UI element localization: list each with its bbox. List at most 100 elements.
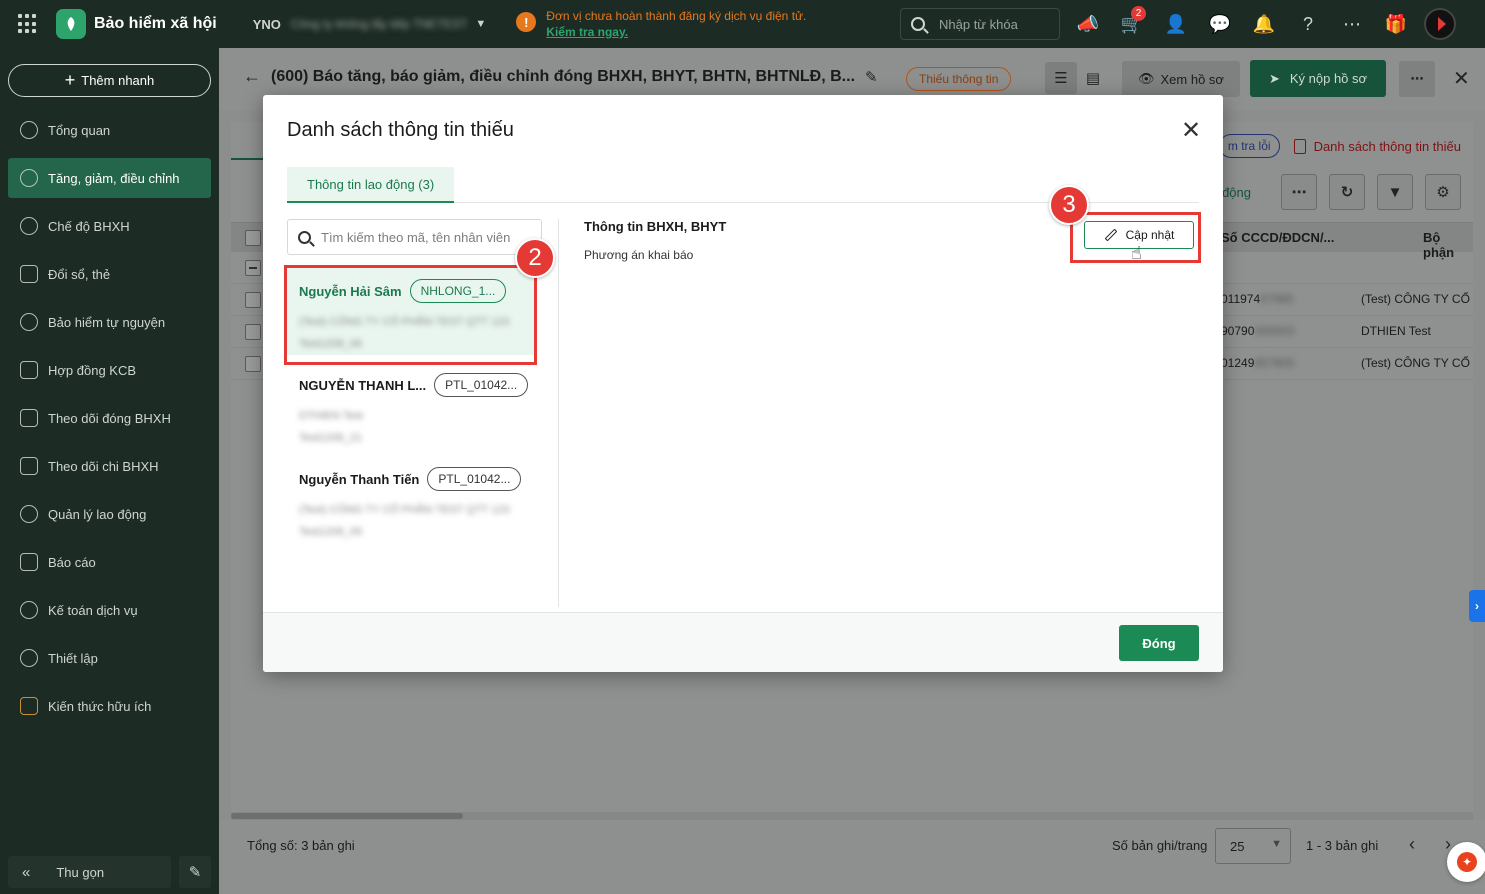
sidebar-item-reports[interactable]: Báo cáo <box>8 542 211 582</box>
global-search-input[interactable]: Nhập từ khóa <box>900 8 1060 40</box>
check-now-link[interactable]: Kiểm tra ngay. <box>546 24 806 40</box>
per-page-value: 25 <box>1230 838 1245 854</box>
avatar[interactable] <box>1424 8 1456 40</box>
view-document-label: Xem hồ sơ <box>1160 71 1224 87</box>
send-icon: ➤ <box>1268 70 1280 86</box>
scrollbar-thumb[interactable] <box>231 813 463 819</box>
more-circle-icon[interactable]: ⋯ <box>1336 8 1368 40</box>
row-checkbox[interactable] <box>245 324 261 340</box>
employee-search-input[interactable]: Tìm kiếm theo mã, tên nhân viên <box>287 219 542 255</box>
lightbulb-icon <box>20 697 38 715</box>
total-records: Tổng số: 3 bản ghi <box>247 838 355 853</box>
assistant-button[interactable]: ✦ <box>1447 842 1485 882</box>
quick-add-button[interactable]: + Thêm nhanh <box>8 64 211 97</box>
gear-icon[interactable]: ⚙ <box>1425 174 1461 210</box>
sidebar-item-voluntary[interactable]: Bảo hiểm tự nguyện <box>8 302 211 342</box>
sidebar-item-settings[interactable]: Thiết lập <box>8 638 211 678</box>
missing-info-dialog: Danh sách thông tin thiếu ✕ Thông tin la… <box>263 95 1223 672</box>
filter-icon[interactable]: ▼ <box>1377 174 1413 210</box>
sidebar-item-overview[interactable]: Tổng quan <box>8 110 211 150</box>
prev-page-icon[interactable]: ‹ <box>1409 834 1415 855</box>
double-chevron-left-icon: « <box>22 863 31 881</box>
sidebar-item-label: Tổng quan <box>48 122 111 138</box>
detail-view-icon[interactable]: ▤ <box>1077 62 1109 94</box>
warning-text: Đơn vị chưa hoàn thành đăng ký dịch vụ đ… <box>546 9 807 23</box>
gear-icon <box>20 649 38 667</box>
sparkle-icon: ✦ <box>1457 852 1477 872</box>
row-checkbox[interactable] <box>245 292 261 308</box>
global-search-placeholder: Nhập từ khóa <box>939 16 1018 32</box>
cart-icon[interactable]: 🛒 2 <box>1116 6 1148 40</box>
eye-icon: 👁 <box>1138 71 1155 86</box>
edit-menu-button[interactable]: ✎ <box>179 856 211 888</box>
shield-heart-icon <box>20 217 38 235</box>
sidebar-item-knowledge[interactable]: Kiến thức hữu ích <box>8 686 211 726</box>
close-button[interactable]: Đóng <box>1119 625 1199 661</box>
report-icon <box>20 553 38 571</box>
dialog-footer: Đóng <box>263 612 1223 672</box>
plus-icon: + <box>64 70 76 90</box>
detail-heading: Thông tin BHXH, BHYT <box>584 219 727 234</box>
horizontal-scrollbar[interactable] <box>231 812 1473 820</box>
check-errors-button[interactable]: m tra lỗi <box>1218 134 1280 158</box>
sign-submit-button[interactable]: ➤ Ký nộp hồ sơ <box>1250 60 1386 97</box>
cccd-masked: 000003 <box>1254 324 1295 338</box>
status-badge: Thiếu thông tin <box>906 67 1012 91</box>
collapse-sidebar-button[interactable]: « Thu gọn <box>8 856 171 888</box>
employee-item[interactable]: Nguyễn Thanh Tiến PTL_01042... (Test) CÔ… <box>287 455 537 543</box>
employee-item[interactable]: NGUYỄN THANH L... PTL_01042... DTHIEN Te… <box>287 361 537 449</box>
sidebar-item-contract[interactable]: Hợp đồng KCB <box>8 350 211 390</box>
cccd-masked: 67985 <box>1260 292 1294 306</box>
gift-icon[interactable]: 🎁 <box>1380 8 1412 40</box>
close-icon[interactable]: ✕ <box>1181 119 1201 143</box>
select-all-checkbox[interactable] <box>245 230 261 246</box>
sidebar-item-label: Hợp đồng KCB <box>48 362 137 378</box>
close-icon[interactable]: ✕ <box>1453 66 1470 91</box>
pencil-icon: ✎ <box>188 864 202 881</box>
department-cell: (Test) CÔNG TY CỔ <box>1361 292 1470 306</box>
cart-badge: 2 <box>1131 6 1146 21</box>
sidebar-item-accounting[interactable]: Kế toán dịch vụ <box>8 590 211 630</box>
row-checkbox[interactable] <box>245 356 261 372</box>
brand[interactable]: Bảo hiểm xã hội <box>56 9 217 39</box>
accounting-icon <box>20 601 38 619</box>
app-grid-icon[interactable] <box>18 14 38 34</box>
employee-name: NGUYỄN THANH L... <box>299 377 427 393</box>
per-page-select[interactable]: 25 ▼ <box>1215 828 1291 864</box>
sidebar-item-label: Quản lý lao động <box>48 506 147 522</box>
dialog-title: Danh sách thông tin thiếu <box>287 119 514 141</box>
sidebar: + Thêm nhanh Tổng quan Tăng, giảm, điều … <box>0 48 219 894</box>
list-view-icon[interactable]: ☰ <box>1045 62 1077 94</box>
expand-panel-icon[interactable]: › <box>1469 590 1485 622</box>
sidebar-item-track-payment[interactable]: Theo dõi đóng BHXH <box>8 398 211 438</box>
more-icon[interactable]: ⋯ <box>1281 174 1317 210</box>
back-arrow-icon[interactable]: ← <box>243 66 261 87</box>
megaphone-icon[interactable]: 📣 <box>1072 8 1104 40</box>
column-cccd[interactable]: Số CCCD/ĐDCN/... <box>1221 230 1334 245</box>
bell-icon[interactable]: 🔔 <box>1248 8 1280 40</box>
missing-info-link[interactable]: Danh sách thông tin thiếu <box>1293 138 1461 154</box>
refresh-icon[interactable]: ↻ <box>1329 174 1365 210</box>
sidebar-item-label: Báo cáo <box>48 554 96 570</box>
chat-icon[interactable]: 💬 <box>1204 8 1236 40</box>
help-icon[interactable]: ? <box>1292 8 1324 40</box>
user-adjust-icon <box>20 169 38 187</box>
sidebar-item-adjustments[interactable]: Tăng, giảm, điều chỉnh <box>8 158 211 198</box>
view-document-button[interactable]: 👁 Xem hồ sơ <box>1122 61 1240 97</box>
more-button[interactable]: ⋯ <box>1399 61 1435 97</box>
sidebar-item-track-spending[interactable]: Theo dõi chi BHXH <box>8 446 211 486</box>
search-icon <box>298 230 311 244</box>
contract-icon <box>20 361 38 379</box>
sidebar-item-label: Đổi sổ, thẻ <box>48 266 111 282</box>
add-user-icon[interactable]: 👤 <box>1160 8 1192 40</box>
cccd-cell: 011974 <box>1221 292 1261 306</box>
department-cell: (Test) CÔNG TY CỔ <box>1361 356 1470 370</box>
employee-code: PTL_01042... <box>427 467 522 491</box>
sidebar-item-employees[interactable]: Quản lý lao động <box>8 494 211 534</box>
edit-title-icon[interactable]: ✎ <box>865 68 878 86</box>
company-switcher[interactable]: YNO Công ty không lấy tiếp TNETEST ▼ <box>253 17 487 32</box>
sidebar-item-book-card[interactable]: Đổi sổ, thẻ <box>8 254 211 294</box>
row-checkbox[interactable] <box>245 260 261 276</box>
sidebar-item-benefits[interactable]: Chế độ BHXH <box>8 206 211 246</box>
tab-employee-info[interactable]: Thông tin lao động (3) <box>287 167 455 203</box>
